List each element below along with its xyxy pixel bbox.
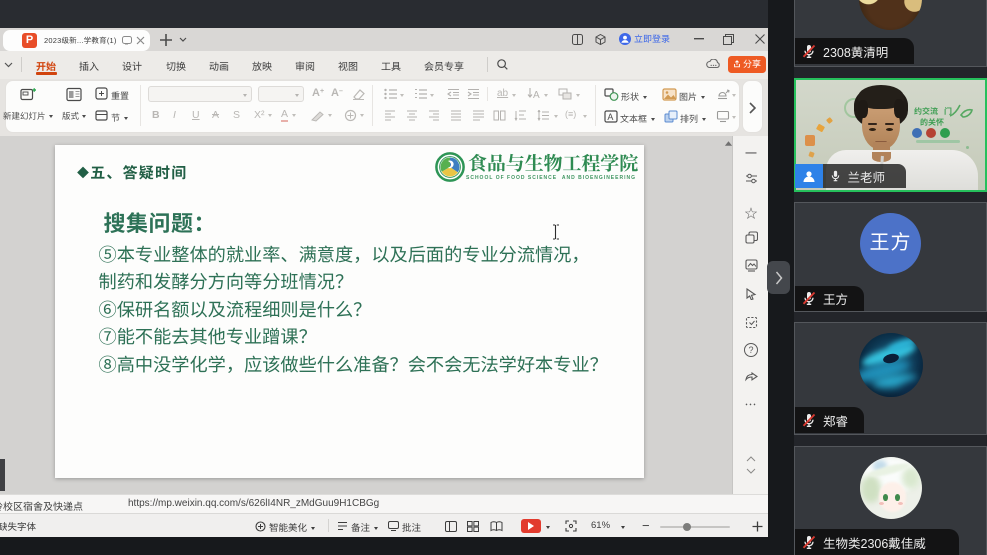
svg-text:A: A	[607, 112, 613, 122]
svg-text:A: A	[533, 90, 540, 101]
